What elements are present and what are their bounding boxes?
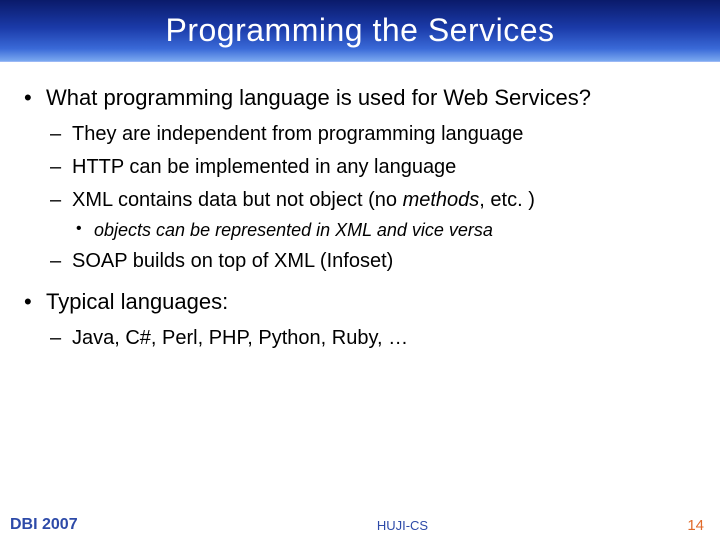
footer-center: HUJI-CS — [78, 518, 688, 533]
page-number: 14 — [687, 517, 720, 534]
bullet-subsublist: objects can be represented in XML and vi… — [72, 219, 690, 242]
title-bar: Programming the Services — [0, 0, 720, 62]
list-item: What programming language is used for We… — [18, 84, 690, 274]
footer: DBI 2007 HUJI-CS 14 — [0, 510, 720, 540]
bullet-sublist: They are independent from programming la… — [46, 122, 690, 275]
slide: Programming the Services What programmin… — [0, 0, 720, 540]
bullet-list: What programming language is used for We… — [18, 84, 690, 351]
bullet-text: They are independent from programming la… — [72, 123, 523, 145]
bullet-text: XML contains data but not object (no met… — [72, 189, 535, 211]
bullet-text: SOAP builds on top of XML (Infoset) — [72, 250, 393, 272]
bullet-text: HTTP can be implemented in any language — [72, 156, 456, 178]
list-item: XML contains data but not object (no met… — [46, 188, 690, 242]
list-item: They are independent from programming la… — [46, 122, 690, 147]
list-item: objects can be represented in XML and vi… — [72, 219, 690, 242]
slide-body: What programming language is used for We… — [0, 62, 720, 540]
bullet-sublist: Java, C#, Perl, PHP, Python, Ruby, … — [46, 326, 690, 351]
bullet-text: Java, C#, Perl, PHP, Python, Ruby, … — [72, 327, 408, 349]
list-item: HTTP can be implemented in any language — [46, 155, 690, 180]
bullet-text: Typical languages: — [46, 289, 228, 314]
list-item: Typical languages: Java, C#, Perl, PHP, … — [18, 288, 690, 351]
footer-left: DBI 2007 — [0, 516, 78, 534]
bullet-text: What programming language is used for We… — [46, 85, 591, 110]
bullet-text: objects can be represented in XML and vi… — [94, 220, 493, 240]
list-item: SOAP builds on top of XML (Infoset) — [46, 249, 690, 274]
slide-title: Programming the Services — [165, 12, 554, 49]
list-item: Java, C#, Perl, PHP, Python, Ruby, … — [46, 326, 690, 351]
